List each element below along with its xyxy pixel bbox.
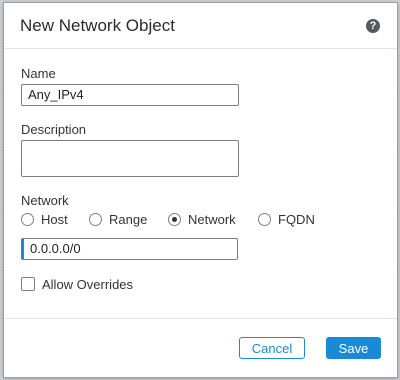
radio-circle bbox=[89, 213, 102, 226]
network-label: Network bbox=[21, 193, 69, 208]
allow-overrides-label: Allow Overrides bbox=[42, 277, 134, 292]
name-label: Name bbox=[21, 66, 56, 81]
radio-selected-dot bbox=[172, 217, 177, 222]
radio-fqdn-label: FQDN bbox=[278, 212, 315, 227]
dialog-header: New Network Object ? bbox=[4, 3, 397, 49]
radio-host[interactable]: Host bbox=[21, 211, 81, 229]
help-icon[interactable]: ? bbox=[366, 19, 380, 33]
radio-host-label: Host bbox=[41, 212, 68, 227]
allow-overrides-checkbox[interactable] bbox=[21, 277, 35, 291]
radio-fqdn[interactable]: FQDN bbox=[258, 211, 323, 229]
name-input[interactable]: Any_IPv4 bbox=[21, 84, 239, 106]
network-value-input[interactable]: 0.0.0.0/0 bbox=[21, 238, 238, 260]
radio-circle bbox=[21, 213, 34, 226]
radio-circle bbox=[258, 213, 271, 226]
radio-range[interactable]: Range bbox=[89, 211, 159, 229]
description-label: Description bbox=[21, 122, 87, 137]
new-network-object-dialog: New Network Object ? Name Any_IPv4 Descr… bbox=[3, 2, 398, 378]
cancel-button[interactable]: Cancel bbox=[239, 337, 305, 359]
save-button[interactable]: Save bbox=[326, 337, 381, 359]
radio-network-label: Network bbox=[188, 212, 236, 227]
description-input[interactable] bbox=[21, 140, 239, 177]
radio-network[interactable]: Network bbox=[168, 211, 248, 229]
dialog-footer: Cancel Save bbox=[4, 318, 397, 377]
dialog-title: New Network Object bbox=[20, 16, 175, 35]
radio-circle bbox=[168, 213, 181, 226]
radio-range-label: Range bbox=[109, 212, 148, 227]
